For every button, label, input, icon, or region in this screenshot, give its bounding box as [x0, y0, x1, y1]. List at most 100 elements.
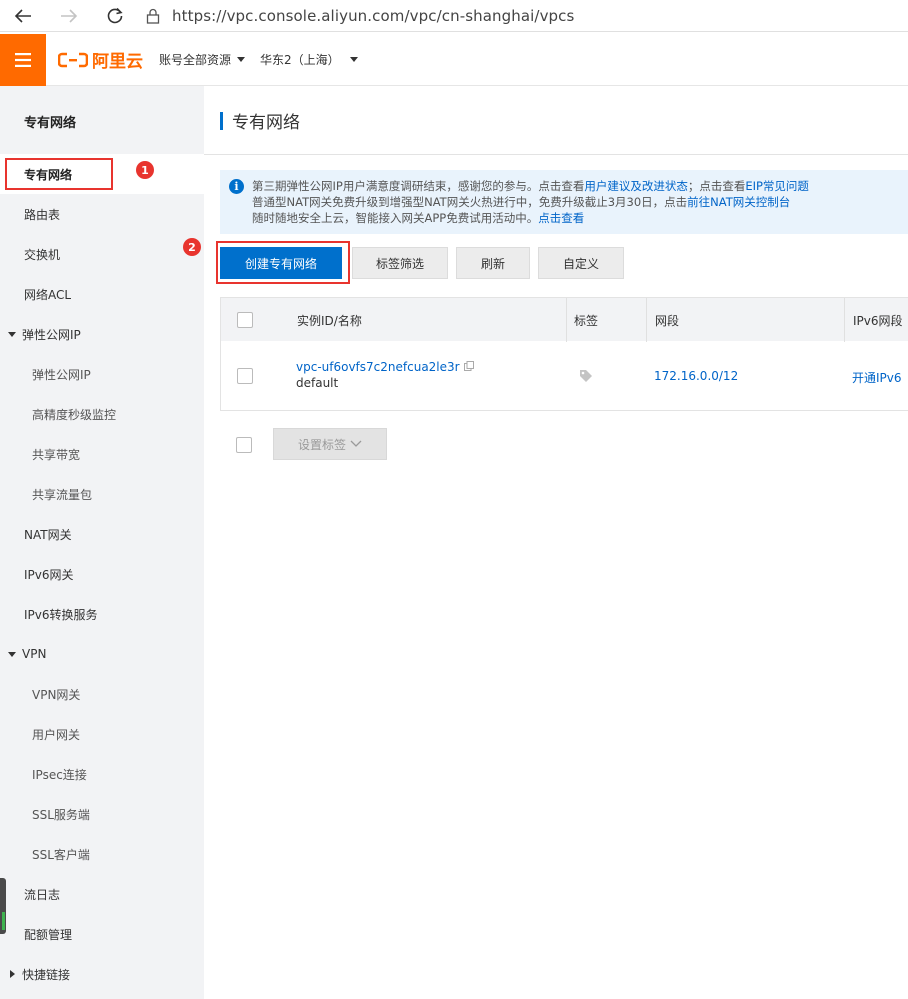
sidebar-item-eip[interactable]: 弹性公网IP [0, 354, 204, 394]
region-dropdown[interactable]: 华东2（上海） [260, 51, 358, 68]
sidebar-item-nat-gateway[interactable]: NAT网关 [0, 514, 204, 554]
customize-button[interactable]: 自定义 [538, 247, 624, 279]
browser-toolbar: https://vpc.console.aliyun.com/vpc/cn-sh… [0, 0, 908, 32]
account-scope-dropdown[interactable]: 账号全部资源 [159, 51, 246, 68]
sidebar-item-shared-bandwidth[interactable]: 共享带宽 [0, 434, 204, 474]
column-header-ipv6[interactable]: IPv6网段 [853, 298, 903, 342]
arrow-left-icon [14, 8, 31, 23]
brand-name: 阿里云 [92, 52, 143, 72]
sidebar-item-flow-log[interactable]: 流日志 [0, 874, 204, 914]
aliyun-logo[interactable]: 阿里云 [58, 47, 143, 72]
region-label: 华东2（上海） [260, 53, 340, 67]
notice-line-2: 普通型NAT网关免费升级到增强型NAT网关火热进行中，免费升级截止3月30日，点… [252, 194, 809, 210]
notice-text: 普通型NAT网关免费升级到增强型NAT网关火热进行中，免费升级截止3月30日，点… [252, 195, 688, 209]
sidebar-item-quota[interactable]: 配额管理 [0, 914, 204, 954]
row-checkbox[interactable] [237, 368, 253, 384]
sidebar-group-quick-links[interactable]: 快捷链接 [0, 954, 204, 994]
copy-icon[interactable] [464, 361, 475, 371]
sidebar-group-label: VPN [22, 647, 47, 661]
select-all-cell [237, 298, 253, 342]
sidebar-group-label: 弹性公网IP [22, 327, 81, 342]
page-title: 专有网络 [232, 113, 300, 133]
eip-faq-link[interactable]: EIP常见问题 [745, 179, 809, 193]
refresh-button[interactable]: 刷新 [456, 247, 530, 279]
set-tags-label: 设置标签 [297, 437, 346, 452]
row-select-cell [237, 368, 253, 384]
create-vpc-button[interactable]: 创建专有网络 [220, 247, 342, 279]
table-row: vpc-uf6ovfs7c2nefcua2le3r default 172.16… [221, 341, 908, 411]
menu-button[interactable] [0, 33, 46, 86]
console-header: 阿里云 账号全部资源 华东2（上海） [0, 33, 908, 86]
instance-id-cell: vpc-uf6ovfs7c2nefcua2le3r [296, 360, 475, 374]
notice-text: 随时随地安全上云，智能接入网关APP免费试用活动中。 [252, 211, 539, 225]
arrow-right-icon [61, 8, 78, 23]
set-tags-button[interactable]: 设置标签 [273, 428, 387, 460]
view-details-link[interactable]: 点击查看 [538, 211, 584, 225]
info-icon: i [229, 179, 244, 194]
sidebar-item-vpc[interactable]: 专有网络 [0, 154, 204, 194]
enable-ipv6-link[interactable]: 开通IPv6 [852, 369, 902, 386]
instance-name: default [296, 376, 339, 390]
tag-icon[interactable] [579, 369, 593, 383]
sidebar-item-ipsec[interactable]: IPsec连接 [0, 754, 204, 794]
notice-text: ；点击查看 [687, 179, 746, 193]
cidr-link[interactable]: 172.16.0.0/12 [654, 369, 738, 383]
sidebar-item-monitoring[interactable]: 高精度秒级监控 [0, 394, 204, 434]
sidebar-item-ipv6-gateway[interactable]: IPv6网关 [0, 554, 204, 594]
caret-down-icon [237, 57, 246, 62]
side-handle[interactable] [0, 878, 6, 934]
forward-button[interactable] [54, 1, 84, 31]
account-scope-label: 账号全部资源 [159, 53, 232, 67]
tag-filter-button[interactable]: 标签筛选 [352, 247, 448, 279]
sidebar-item-network-acl[interactable]: 网络ACL [0, 274, 204, 314]
vpc-table: 实例ID/名称 标签 网段 IPv6网段 vpc-uf6ovfs7c2nefcu… [220, 297, 908, 411]
notice-lines: 第三期弹性公网IP用户满意度调研结束，感谢您的参与。点击查看用户建议及改进状态；… [252, 178, 809, 226]
sidebar-item-vswitch[interactable]: 交换机 [0, 234, 204, 274]
instance-id-link[interactable]: vpc-uf6ovfs7c2nefcua2le3r [296, 360, 460, 374]
notice-line-1: 第三期弹性公网IP用户满意度调研结束，感谢您的参与。点击查看用户建议及改进状态；… [252, 178, 809, 194]
sidebar-item-ipv6-translation[interactable]: IPv6转换服务 [0, 594, 204, 634]
sidebar-item-ssl-client[interactable]: SSL客户端 [0, 834, 204, 874]
column-separator [646, 298, 647, 342]
column-header-id-name[interactable]: 实例ID/名称 [297, 298, 362, 342]
select-all-checkbox[interactable] [237, 312, 253, 328]
hamburger-icon [15, 52, 31, 67]
lock-icon [146, 8, 160, 24]
sidebar-title: 专有网络 [24, 116, 77, 131]
notice-text: 第三期弹性公网IP用户满意度调研结束，感谢您的参与。点击查看 [252, 179, 585, 193]
column-header-cidr[interactable]: 网段 [655, 298, 679, 342]
reload-button[interactable] [100, 1, 130, 31]
reload-icon [107, 7, 123, 23]
sidebar-group-eip[interactable]: 弹性公网IP [0, 314, 204, 354]
title-accent-bar [220, 111, 223, 130]
table-header: 实例ID/名称 标签 网段 IPv6网段 [221, 297, 908, 342]
sidebar-item-ssl-server[interactable]: SSL服务端 [0, 794, 204, 834]
caret-down-icon [8, 331, 16, 337]
nat-console-link[interactable]: 前往NAT网关控制台 [687, 195, 790, 209]
aliyun-logo-icon [58, 52, 88, 67]
notice-line-3: 随时随地安全上云，智能接入网关APP免费试用活动中。点击查看 [252, 210, 809, 226]
sidebar-item-shared-data-plan[interactable]: 共享流量包 [0, 474, 204, 514]
caret-down-icon [8, 651, 16, 657]
bulk-select-cell [236, 437, 252, 453]
annotation-badge-1: 1 [136, 161, 154, 179]
chevron-down-icon [350, 440, 362, 447]
feedback-status-link[interactable]: 用户建议及改进状态 [584, 179, 688, 193]
caret-down-icon [349, 57, 358, 62]
back-button[interactable] [8, 1, 38, 31]
tag-cell [579, 369, 593, 386]
caret-right-icon [10, 970, 15, 978]
notice-banner: i 第三期弹性公网IP用户满意度调研结束，感谢您的参与。点击查看用户建议及改进状… [220, 170, 908, 234]
sidebar-item-customer-gateway[interactable]: 用户网关 [0, 714, 204, 754]
column-separator [844, 298, 845, 342]
page-header: 专有网络 [220, 108, 300, 133]
annotation-badge-2: 2 [183, 238, 201, 256]
divider [204, 154, 908, 155]
column-separator [566, 298, 567, 342]
bulk-select-checkbox[interactable] [236, 437, 252, 453]
url-field[interactable]: https://vpc.console.aliyun.com/vpc/cn-sh… [172, 7, 574, 25]
column-header-tags[interactable]: 标签 [574, 298, 598, 342]
sidebar-item-vpn-gateway[interactable]: VPN网关 [0, 674, 204, 714]
sidebar-item-route-table[interactable]: 路由表 [0, 194, 204, 234]
sidebar-group-vpn[interactable]: VPN [0, 634, 204, 674]
